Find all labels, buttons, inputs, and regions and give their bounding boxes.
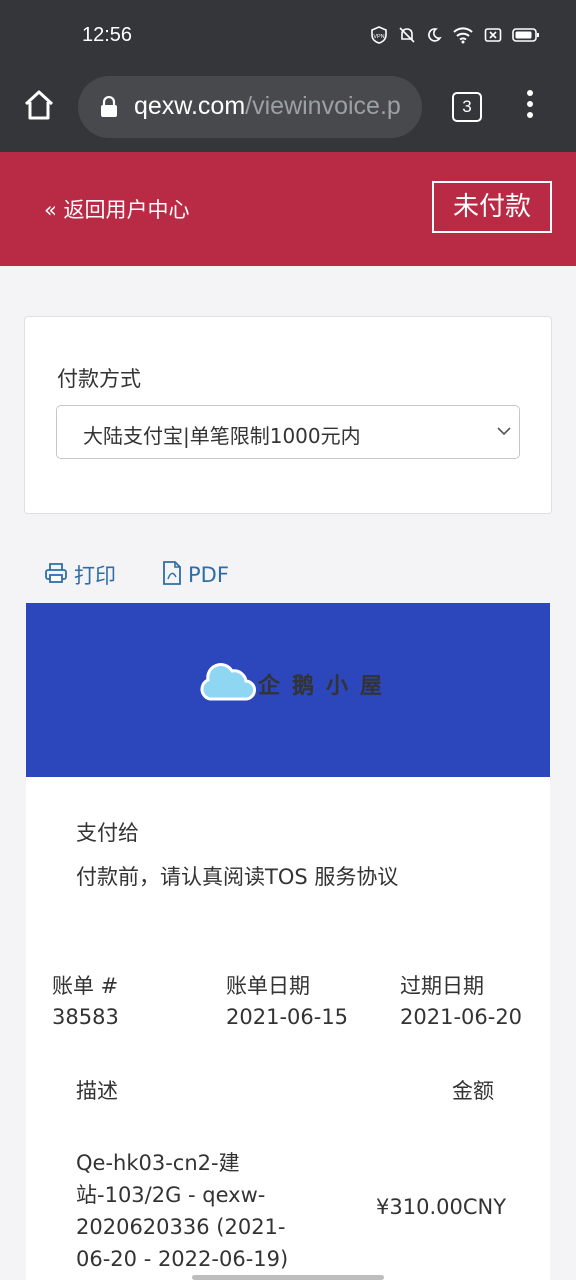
payment-method-label: 付款方式 bbox=[57, 367, 141, 391]
amount-header: 金额 bbox=[452, 1079, 494, 1103]
svg-text:VPN: VPN bbox=[373, 34, 384, 40]
home-icon[interactable] bbox=[22, 88, 56, 122]
browser-toolbar: qexw.com/viewinvoice.p 3 bbox=[0, 72, 576, 152]
invoice-header: « 返回用户中心 未付款 bbox=[0, 152, 576, 266]
cloud-icon bbox=[198, 661, 256, 707]
invoice-date: 账单日期 2021-06-15 bbox=[226, 971, 348, 1033]
status-badge: 未付款 bbox=[432, 181, 552, 233]
invoice-actions: 打印 PDF bbox=[44, 560, 229, 590]
url-domain: qexw.com bbox=[134, 92, 246, 120]
pay-to-label: 支付给 bbox=[76, 821, 139, 845]
print-label: 打印 bbox=[74, 564, 116, 588]
status-icons: VPN bbox=[370, 26, 540, 48]
due-date: 过期日期 2021-06-20 bbox=[400, 971, 522, 1033]
lock-icon bbox=[100, 95, 118, 118]
address-bar[interactable]: qexw.com/viewinvoice.p bbox=[78, 76, 422, 138]
status-bar: 12:56 VPN bbox=[0, 0, 576, 72]
payment-method-select[interactable]: 大陆支付宝|单笔限制1000元内 bbox=[56, 405, 520, 459]
line-item-description: Qe-hk03-cn2-建站-103/2G - qexw-2020620336 … bbox=[76, 1151, 289, 1271]
print-button[interactable]: 打印 bbox=[44, 560, 116, 590]
invoice-banner: 企鹅小屋 bbox=[26, 603, 550, 777]
invoice-number: 账单 # 38583 bbox=[52, 971, 119, 1033]
vpn-icon: VPN bbox=[370, 26, 388, 48]
invoice-number-value: 38583 bbox=[52, 1005, 119, 1029]
company-logo: 企鹅小屋 bbox=[198, 661, 394, 707]
pdf-file-icon bbox=[162, 560, 182, 590]
bell-off-icon bbox=[398, 26, 416, 48]
pdf-button[interactable]: PDF bbox=[162, 560, 229, 590]
invoice-document: 企鹅小屋 支付给 付款前，请认真阅读TOS 服务协议 账单 # 38583 账单… bbox=[26, 603, 550, 1280]
battery-x-icon bbox=[484, 27, 502, 47]
back-to-user-center-link[interactable]: « 返回用户中心 bbox=[44, 194, 190, 224]
tos-notice: 付款前，请认真阅读TOS 服务协议 bbox=[76, 865, 399, 889]
tab-switcher-button[interactable]: 3 bbox=[452, 92, 482, 122]
battery-icon bbox=[512, 27, 540, 47]
printer-icon bbox=[44, 561, 68, 590]
pdf-label: PDF bbox=[188, 563, 229, 587]
url-path: /viewinvoice.p bbox=[245, 92, 401, 120]
url-text: qexw.com/viewinvoice.p bbox=[134, 92, 401, 121]
more-menu-icon[interactable] bbox=[520, 90, 540, 124]
due-date-label: 过期日期 bbox=[400, 974, 484, 998]
invoice-number-label: 账单 # bbox=[52, 974, 119, 998]
description-header: 描述 bbox=[76, 1079, 118, 1103]
payment-method-card: 付款方式 大陆支付宝|单笔限制1000元内 bbox=[24, 316, 552, 514]
company-logo-text: 企鹅小屋 bbox=[258, 674, 395, 699]
payment-method-value: 大陆支付宝|单笔限制1000元内 bbox=[83, 424, 361, 448]
wifi-icon bbox=[452, 26, 474, 48]
invoice-date-value: 2021-06-15 bbox=[226, 1005, 349, 1029]
gesture-nav-handle[interactable] bbox=[192, 1275, 384, 1280]
chevron-down-icon bbox=[495, 422, 513, 440]
moon-icon bbox=[426, 27, 442, 47]
invoice-date-label: 账单日期 bbox=[226, 974, 310, 998]
line-item-amount: ¥310.00CNY bbox=[376, 1195, 507, 1219]
due-date-value: 2021-06-20 bbox=[400, 1005, 523, 1029]
clock: 12:56 bbox=[82, 24, 133, 46]
